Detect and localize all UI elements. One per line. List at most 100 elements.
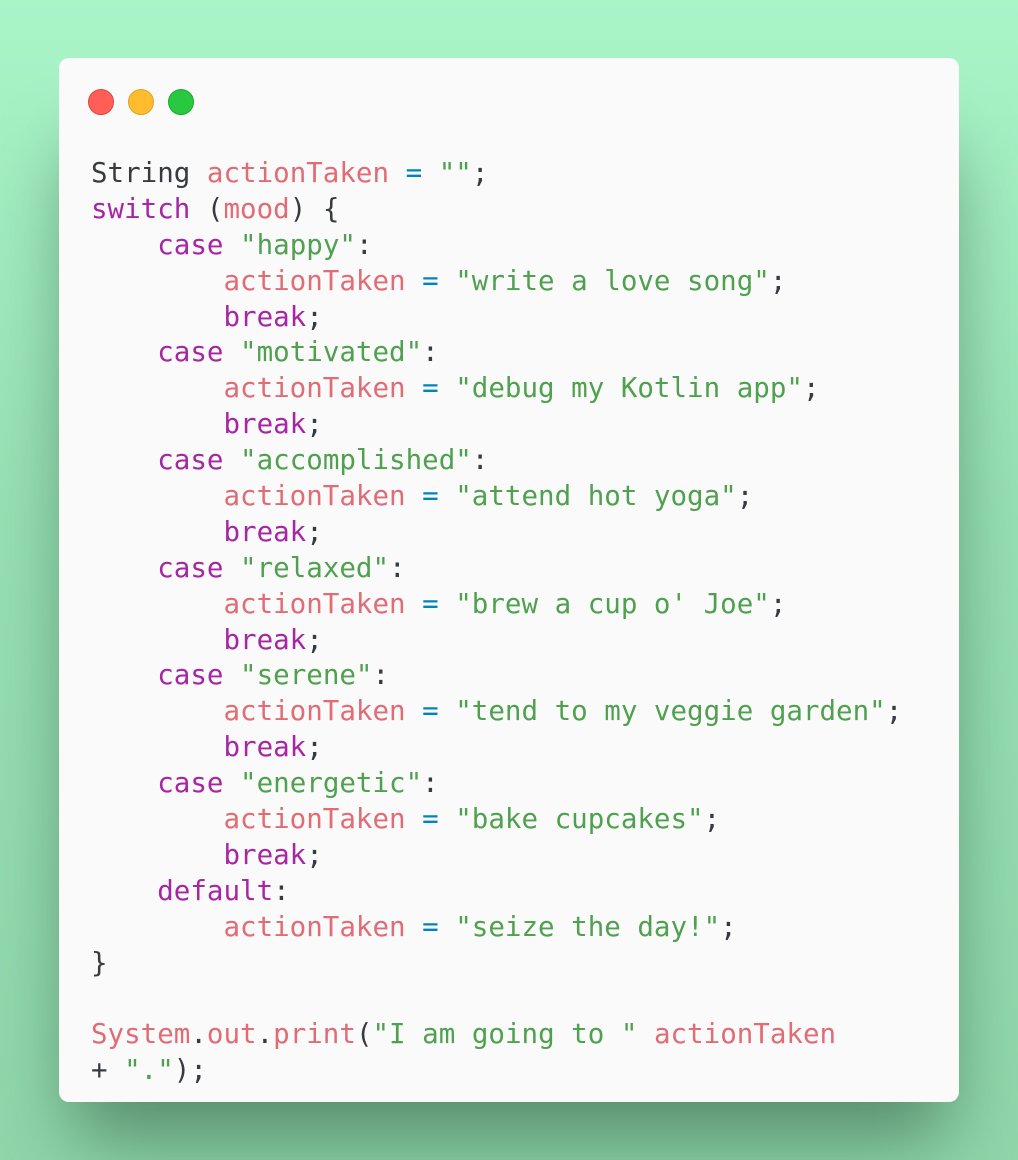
code-line: actionTaken = "write a love song"; (91, 264, 902, 297)
code-line: case "energetic": (91, 767, 902, 800)
code-token: actionTaken (223, 910, 406, 943)
code-token: : (422, 336, 439, 369)
code-token: "seize the day!" (455, 910, 721, 943)
code-token: = (405, 264, 456, 297)
code-token: "." (124, 1054, 174, 1087)
code-token: break (223, 515, 307, 548)
code-token: ; (306, 731, 323, 764)
code-token: = (405, 803, 456, 836)
code-token: ; (769, 264, 787, 297)
code-line: break; (91, 734, 902, 762)
code-line: switch (mood) { (91, 192, 902, 225)
code-token: "happy" (240, 228, 356, 261)
code-line: case "accomplished": (91, 444, 902, 477)
code-line: case "motivated": (91, 339, 902, 367)
code-token: ) { (289, 192, 340, 225)
code-line: System.out.print("I am going to " action… (91, 1021, 902, 1049)
code-token: = (405, 695, 456, 728)
code-token: actionTaken (223, 480, 406, 513)
code-token: case (157, 336, 224, 369)
code-token: break (223, 408, 307, 441)
code-token: "debug my Kotlin app" (455, 372, 803, 405)
minimize-dot-icon[interactable] (128, 89, 154, 115)
code-token: ; (720, 910, 737, 943)
code-token: "attend hot yoga" (455, 480, 737, 513)
code-token: = (405, 910, 456, 943)
maximize-dot-icon[interactable] (168, 89, 194, 115)
code-token: ; (471, 157, 489, 189)
code-token: break (223, 731, 307, 764)
code-token: break (223, 838, 307, 871)
code-token: "write a love song" (455, 264, 770, 297)
code-token: ; (736, 480, 754, 513)
code-token: ); (173, 1054, 207, 1087)
code-line: actionTaken = "seize the day!"; (91, 910, 902, 943)
code-token: case (157, 659, 224, 692)
code-token: "bake cupcakes" (455, 803, 704, 836)
code-token: . (256, 1018, 274, 1051)
code-token: ; (306, 623, 323, 656)
code-token: : (355, 228, 373, 261)
code-line: String actionTaken = ""; (91, 157, 902, 189)
code-line: actionTaken = "attend hot yoga"; (91, 480, 902, 513)
code-token: : (273, 874, 290, 907)
code-token: ; (769, 587, 787, 620)
code-token: ; (703, 803, 721, 836)
code-line: break; (91, 300, 902, 333)
code-token: = (405, 587, 456, 620)
code-line: actionTaken = "brew a cup o' Joe"; (91, 587, 902, 620)
code-token: actionTaken (206, 157, 390, 189)
code-token: case (157, 444, 224, 477)
code-token: case (157, 551, 224, 584)
code-token: "relaxed" (240, 551, 390, 584)
code-token: ; (802, 372, 820, 405)
code-token: ( (355, 1018, 373, 1051)
code-token: "I am going to " (372, 1018, 638, 1051)
code-token: actionTaken (223, 803, 406, 836)
code-token: "motivated" (240, 336, 423, 369)
code-token: "" (438, 157, 472, 189)
code-line: case "happy": (91, 228, 902, 261)
code-window: String actionTaken = ""; switch (mood) { … (59, 58, 959, 1102)
code-token: = (389, 157, 439, 189)
code-token: actionTaken (223, 695, 406, 728)
code-token: ; (306, 300, 323, 333)
close-dot-icon[interactable] (88, 89, 114, 115)
code-line: break; (91, 623, 902, 656)
code-token: + (91, 1054, 125, 1087)
code-token: "energetic" (240, 767, 423, 800)
code-token: ( (190, 192, 224, 225)
code-token: "brew a cup o' Joe" (455, 587, 770, 620)
code-token: ; (306, 515, 323, 548)
code-line: actionTaken = "debug my Kotlin app"; (91, 375, 902, 403)
code-token: : (389, 551, 406, 584)
code-token: = (405, 372, 456, 405)
code-block: String actionTaken = ""; switch (mood) { … (91, 157, 902, 1093)
code-line: default: (91, 874, 902, 907)
code-token: actionTaken (223, 264, 406, 297)
code-token: ; (306, 408, 323, 441)
